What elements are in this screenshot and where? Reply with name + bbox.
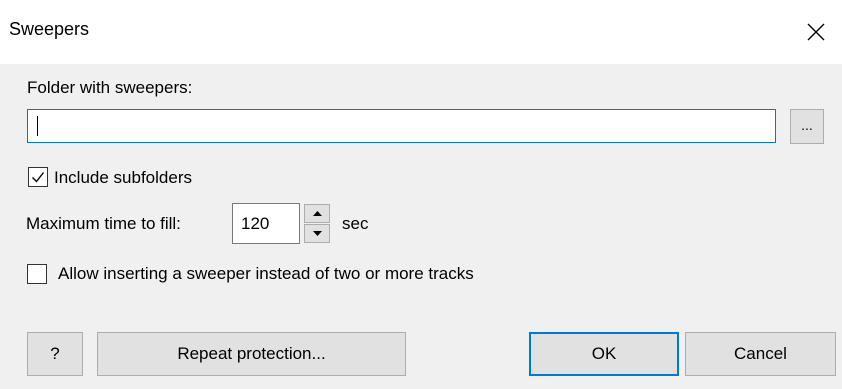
help-button-label: ? (50, 344, 60, 363)
max-time-unit: sec (342, 214, 369, 233)
sweepers-dialog: Sweepers Folder with sweepers: ... Inclu… (0, 0, 842, 389)
help-button[interactable]: ? (27, 332, 83, 376)
allow-inserting-checkbox[interactable] (27, 264, 47, 284)
text-caret (37, 116, 38, 136)
include-subfolders-label[interactable]: Include subfolders (54, 168, 192, 188)
include-subfolders-checkbox[interactable] (28, 167, 48, 187)
max-time-label: Maximum time to fill: (26, 214, 181, 233)
folder-label: Folder with sweepers: (27, 78, 193, 97)
window-title: Sweepers (9, 19, 90, 39)
folder-path-input[interactable] (27, 109, 776, 143)
spin-down-button[interactable] (304, 224, 330, 243)
cancel-button-label: Cancel (734, 344, 787, 363)
ok-button-label: OK (591, 344, 617, 363)
cancel-button[interactable]: Cancel (685, 332, 836, 376)
repeat-protection-label: Repeat protection... (177, 344, 326, 363)
spin-up-button[interactable] (304, 204, 330, 223)
close-icon (807, 23, 825, 41)
max-time-input[interactable]: 120 (232, 203, 300, 244)
up-arrow-icon (312, 211, 322, 216)
ok-button[interactable]: OK (529, 332, 679, 376)
max-time-value: 120 (241, 214, 270, 233)
browse-folder-button[interactable]: ... (790, 109, 824, 144)
close-button[interactable] (794, 12, 838, 52)
title-bar: Sweepers (0, 0, 842, 64)
repeat-protection-button[interactable]: Repeat protection... (97, 332, 406, 376)
check-icon (32, 172, 45, 183)
allow-inserting-label[interactable]: Allow inserting a sweeper instead of two… (58, 264, 474, 284)
down-arrow-icon (312, 231, 322, 236)
browse-button-label: ... (801, 116, 813, 133)
